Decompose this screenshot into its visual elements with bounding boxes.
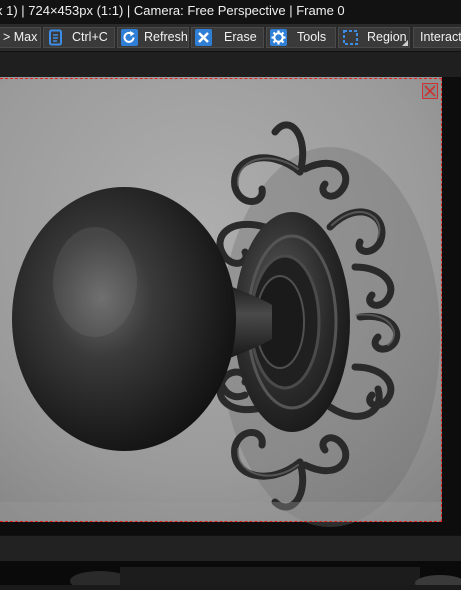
copy-button[interactable]: Ctrl+C — [43, 27, 115, 48]
max-button[interactable]: > Max — [0, 27, 41, 48]
status-bar — [0, 535, 461, 562]
refresh-button[interactable]: Refresh — [117, 27, 189, 48]
close-icon — [424, 85, 436, 97]
tools-button[interactable]: Tools — [266, 27, 336, 48]
preview-thumbnail-strip — [0, 561, 461, 590]
refresh-button-label: Refresh — [144, 30, 188, 44]
render-toolbar: > Max Ctrl+C Refresh Erase Tools Region … — [0, 24, 461, 52]
tools-button-label: Tools — [297, 30, 327, 44]
refresh-icon — [121, 29, 138, 46]
window-title: x 1) | 724×453px (1:1) | Camera: Free Pe… — [0, 3, 345, 18]
interactive-button[interactable]: Interact — [413, 27, 461, 48]
max-button-label: > Max — [3, 30, 38, 44]
erase-icon — [195, 29, 212, 46]
erase-button-label: Erase — [224, 30, 257, 44]
bottom-preview-strip — [0, 561, 461, 590]
render-region-frame[interactable] — [0, 78, 442, 522]
erase-button[interactable]: Erase — [191, 27, 264, 48]
interactive-button-label: Interact — [420, 30, 461, 44]
region-button[interactable]: Region — [338, 27, 410, 48]
copy-icon — [47, 29, 64, 46]
toolbar-spacer — [0, 52, 461, 77]
dropdown-corner-icon — [402, 40, 408, 46]
copy-button-label: Ctrl+C — [72, 30, 108, 44]
gear-icon — [270, 29, 287, 46]
region-icon — [342, 29, 359, 46]
region-button-label: Region — [367, 30, 407, 44]
render-viewport — [0, 77, 461, 535]
window-title-bar: x 1) | 724×453px (1:1) | Camera: Free Pe… — [0, 0, 461, 24]
region-close-button[interactable] — [422, 83, 438, 99]
